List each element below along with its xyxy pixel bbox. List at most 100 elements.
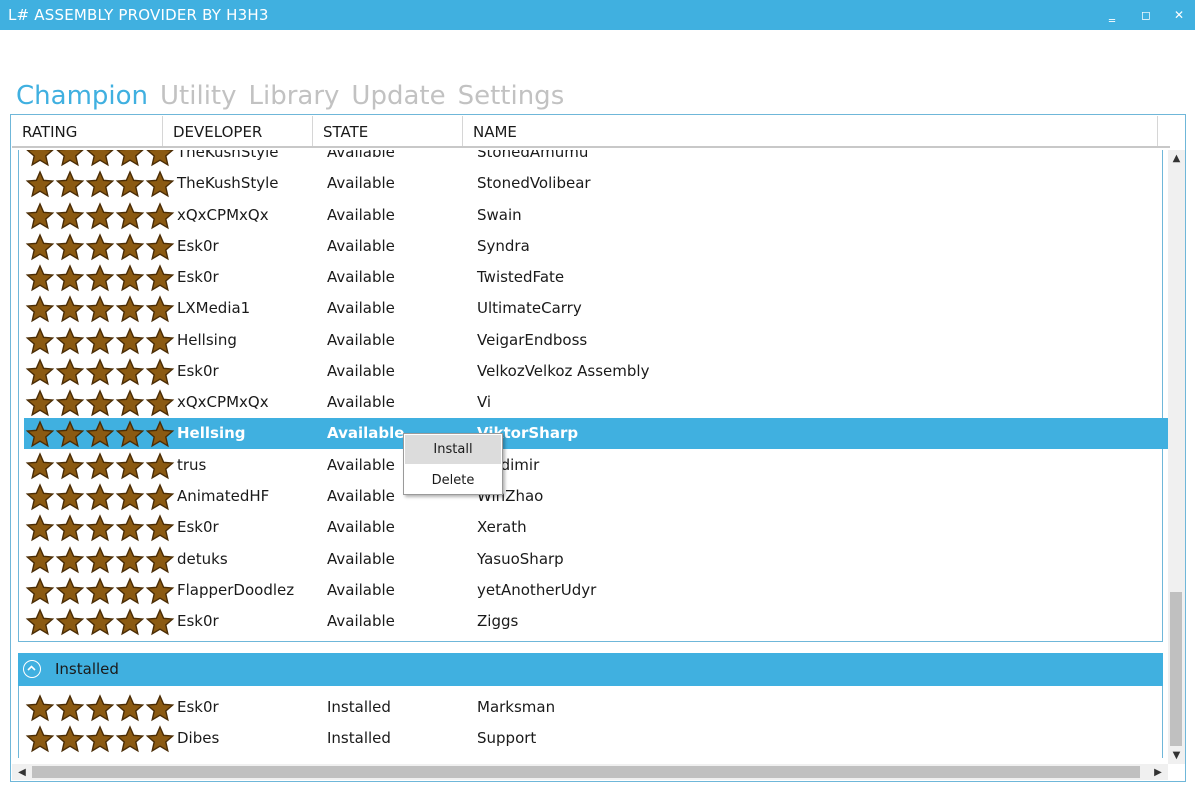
star-icon <box>55 694 85 722</box>
name-cell: YasuoSharp <box>477 550 564 568</box>
table-row[interactable]: Dibes Installed Support <box>24 723 1168 754</box>
name-cell: Marksman <box>477 698 556 716</box>
tab-update[interactable]: Update <box>351 78 445 114</box>
star-icon <box>25 170 55 198</box>
star-icon <box>25 452 55 480</box>
developer-cell: xQxCPMxQx <box>177 393 269 411</box>
state-cell: Available <box>327 150 395 161</box>
developer-cell: Esk0r <box>177 698 219 716</box>
table-row[interactable]: detuks Available YasuoSharp <box>24 544 1168 575</box>
table-row[interactable]: Esk0r Available TwistedFate <box>24 262 1168 293</box>
star-icon <box>115 694 145 722</box>
state-cell: Installed <box>327 698 391 716</box>
rating-stars <box>25 233 175 261</box>
scroll-left-arrow-icon[interactable]: ◀ <box>14 764 30 780</box>
star-icon <box>55 420 85 448</box>
scroll-right-arrow-icon[interactable]: ▶ <box>1150 764 1166 780</box>
state-cell: Available <box>327 299 395 317</box>
state-cell: Available <box>327 393 395 411</box>
developer-cell: detuks <box>177 550 228 568</box>
column-header-name[interactable]: NAME <box>463 116 1158 146</box>
maximize-button[interactable]: ◻ <box>1132 0 1160 30</box>
star-icon <box>25 694 55 722</box>
star-icon <box>145 358 175 386</box>
tab-utility[interactable]: Utility <box>160 78 236 114</box>
star-icon <box>115 420 145 448</box>
tab-champion[interactable]: Champion <box>16 78 148 114</box>
rating-stars <box>25 420 175 448</box>
rating-stars <box>25 608 175 636</box>
star-icon <box>86 150 114 167</box>
star-icon <box>85 608 115 636</box>
table-row[interactable]: Esk0r Available Ziggs <box>24 606 1168 637</box>
star-icon <box>85 295 115 323</box>
star-icon <box>55 577 85 605</box>
table-row[interactable]: xQxCPMxQx Available Swain <box>24 200 1168 231</box>
table-row[interactable]: Hellsing Available VeigarEndboss <box>24 325 1168 356</box>
table-row-selected[interactable]: Hellsing Available ViktorSharp <box>24 418 1168 449</box>
tab-library[interactable]: Library <box>249 78 340 114</box>
table-row[interactable]: Esk0r Installed Marksman <box>24 692 1168 723</box>
star-icon <box>25 608 55 636</box>
close-button[interactable]: ✕ <box>1165 0 1193 30</box>
star-icon <box>55 327 85 355</box>
star-icon <box>115 233 145 261</box>
scroll-down-arrow-icon[interactable]: ▼ <box>1168 747 1185 764</box>
scroll-up-arrow-icon[interactable]: ▲ <box>1168 150 1185 167</box>
horizontal-scroll-thumb[interactable] <box>32 766 1140 778</box>
table-row[interactable]: Esk0r Available Xerath <box>24 512 1168 543</box>
table-row[interactable]: trus Available Vladimir <box>24 450 1168 481</box>
star-icon <box>55 608 85 636</box>
column-header-rating[interactable]: RATING <box>12 116 163 146</box>
table-row[interactable]: TheKushStyle Available StonedAmumu <box>24 150 1168 168</box>
star-icon <box>145 483 175 511</box>
star-icon <box>25 577 55 605</box>
state-cell: Available <box>327 487 395 505</box>
column-header-state[interactable]: STATE <box>313 116 463 146</box>
name-cell: StonedVolibear <box>477 174 591 192</box>
star-icon <box>85 694 115 722</box>
star-icon <box>85 233 115 261</box>
table-header: RATING DEVELOPER STATE NAME <box>12 116 1170 148</box>
collapse-up-icon[interactable] <box>23 660 41 678</box>
rating-stars <box>25 725 175 753</box>
star-icon <box>25 725 55 753</box>
star-icon <box>25 295 55 323</box>
table-row[interactable]: AnimatedHF Available WinZhao <box>24 481 1168 512</box>
main-tabs: Champion Utility Library Update Settings <box>16 78 576 114</box>
minimize-button[interactable]: ‗ <box>1098 0 1126 30</box>
column-header-developer[interactable]: DEVELOPER <box>163 116 313 146</box>
assembly-list[interactable]: TheKushStyle Available StonedAmumu TheKushS… <box>12 150 1168 758</box>
installed-group-header[interactable]: Installed <box>18 653 1163 686</box>
state-cell: Available <box>327 581 395 599</box>
title-bar: L# ASSEMBLY PROVIDER BY H3H3 ‗ ◻ ✕ <box>0 0 1195 30</box>
context-menu: Install Delete <box>403 433 503 495</box>
name-cell: TwistedFate <box>477 268 565 286</box>
rating-stars <box>25 170 175 198</box>
name-cell: UltimateCarry <box>477 299 582 317</box>
horizontal-scrollbar[interactable]: ◀ ▶ <box>12 764 1168 780</box>
star-icon <box>85 389 115 417</box>
star-icon <box>145 202 175 230</box>
install-menu-item[interactable]: Install <box>405 435 501 464</box>
installed-group-label: Installed <box>55 660 119 678</box>
vertical-scrollbar[interactable]: ▲ ▼ <box>1168 150 1185 764</box>
star-icon <box>25 389 55 417</box>
developer-cell: AnimatedHF <box>177 487 270 505</box>
star-icon <box>145 233 175 261</box>
table-row[interactable]: TheKushStyle Available StonedVolibear <box>24 168 1168 199</box>
vertical-scroll-thumb[interactable] <box>1170 592 1182 746</box>
star-icon <box>55 725 85 753</box>
developer-cell: xQxCPMxQx <box>177 206 269 224</box>
table-row[interactable]: xQxCPMxQx Available Vi <box>24 387 1168 418</box>
state-cell: Available <box>327 424 405 442</box>
table-row[interactable]: FlapperDoodlez Available yetAnotherUdyr <box>24 575 1168 606</box>
name-cell: yetAnotherUdyr <box>477 581 597 599</box>
delete-menu-item[interactable]: Delete <box>405 466 501 495</box>
tab-settings[interactable]: Settings <box>458 78 565 114</box>
table-row[interactable]: LXMedia1 Available UltimateCarry <box>24 293 1168 324</box>
star-icon <box>25 420 55 448</box>
table-row[interactable]: Esk0r Available VelkozVelkoz Assembly <box>24 356 1168 387</box>
table-row[interactable]: Esk0r Available Syndra <box>24 231 1168 262</box>
star-icon <box>145 389 175 417</box>
